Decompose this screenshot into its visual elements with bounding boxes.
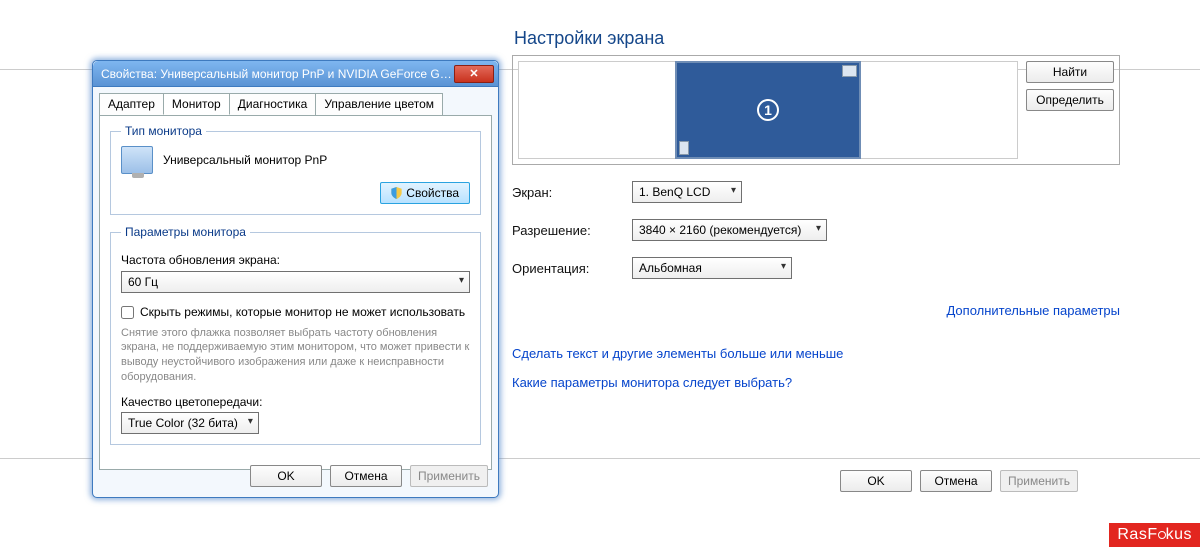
orientation-label: Ориентация: <box>512 261 632 276</box>
screen-dropdown[interactable]: 1. BenQ LCD <box>632 181 742 203</box>
watermark: RasFkus <box>1109 523 1200 547</box>
monitor-icon <box>121 146 153 174</box>
tab-diagnostics[interactable]: Диагностика <box>229 93 317 115</box>
dialog-title: Свойства: Универсальный монитор PnP и NV… <box>101 67 454 81</box>
tab-adapter[interactable]: Адаптер <box>99 93 164 115</box>
resolution-dropdown[interactable]: 3840 × 2160 (рекомендуется) <box>632 219 827 241</box>
monitor-preview-area: 1 Найти Определить <box>512 55 1120 165</box>
monitor-name: Универсальный монитор PnP <box>163 153 327 167</box>
monitor-params-group: Параметры монитора Частота обновления эк… <box>110 225 481 445</box>
tab-color-management[interactable]: Управление цветом <box>315 93 443 115</box>
color-quality-dropdown[interactable]: True Color (32 бита) <box>121 412 259 434</box>
dialog-ok-button[interactable]: OK <box>250 465 322 487</box>
shield-icon <box>391 187 402 199</box>
tab-strip: Адаптер Монитор Диагностика Управление ц… <box>93 87 498 115</box>
hide-modes-help-text: Снятие этого флажка позволяет выбрать ча… <box>121 326 470 385</box>
hide-modes-label: Скрыть режимы, которые монитор не может … <box>140 305 465 319</box>
monitor-type-group: Тип монитора Универсальный монитор PnP С… <box>110 124 481 215</box>
monitor-preview-1[interactable]: 1 <box>675 61 861 159</box>
tab-monitor[interactable]: Монитор <box>163 93 230 115</box>
hide-modes-input[interactable] <box>121 306 134 319</box>
dialog-button-row: OK Отмена Применить <box>250 465 488 487</box>
text-size-link[interactable]: Сделать текст и другие элементы больше и… <box>512 346 843 361</box>
monitor-number-badge: 1 <box>757 99 779 121</box>
ok-button[interactable]: OK <box>840 470 912 492</box>
properties-dialog: Свойства: Универсальный монитор PnP и NV… <box>92 60 499 498</box>
dialog-apply-button[interactable]: Применить <box>410 465 488 487</box>
dialog-cancel-button[interactable]: Отмена <box>330 465 402 487</box>
refresh-rate-dropdown[interactable]: 60 Гц <box>121 271 470 293</box>
page-title: Настройки экрана <box>514 28 664 49</box>
hide-modes-checkbox[interactable]: Скрыть режимы, которые монитор не может … <box>121 305 465 319</box>
close-icon: ✕ <box>469 67 478 80</box>
find-button[interactable]: Найти <box>1026 61 1114 83</box>
window-thumbnail-icon <box>679 141 689 155</box>
apply-button[interactable]: Применить <box>1000 470 1078 492</box>
detect-button[interactable]: Определить <box>1026 89 1114 111</box>
advanced-settings-link[interactable]: Дополнительные параметры <box>946 303 1120 318</box>
display-preview[interactable]: 1 <box>518 61 1018 159</box>
monitor-type-legend: Тип монитора <box>121 124 206 138</box>
color-quality-label: Качество цветопередачи: <box>121 395 470 409</box>
main-button-row: OK Отмена Применить <box>840 470 1078 492</box>
cancel-button[interactable]: Отмена <box>920 470 992 492</box>
close-button[interactable]: ✕ <box>454 65 494 83</box>
properties-button-label: Свойства <box>406 186 459 200</box>
dialog-body: Тип монитора Универсальный монитор PnP С… <box>99 115 492 470</box>
monitor-params-legend: Параметры монитора <box>121 225 250 239</box>
right-settings-panel: 1 Найти Определить Экран: 1. BenQ LCD Ра… <box>512 55 1120 390</box>
refresh-rate-label: Частота обновления экрана: <box>121 253 470 267</box>
dialog-titlebar[interactable]: Свойства: Универсальный монитор PnP и NV… <box>93 61 498 87</box>
resolution-label: Разрешение: <box>512 223 632 238</box>
window-thumbnail-icon <box>842 65 857 77</box>
which-settings-link[interactable]: Какие параметры монитора следует выбрать… <box>512 375 792 390</box>
screen-label: Экран: <box>512 185 632 200</box>
orientation-dropdown[interactable]: Альбомная <box>632 257 792 279</box>
properties-button[interactable]: Свойства <box>380 182 470 204</box>
